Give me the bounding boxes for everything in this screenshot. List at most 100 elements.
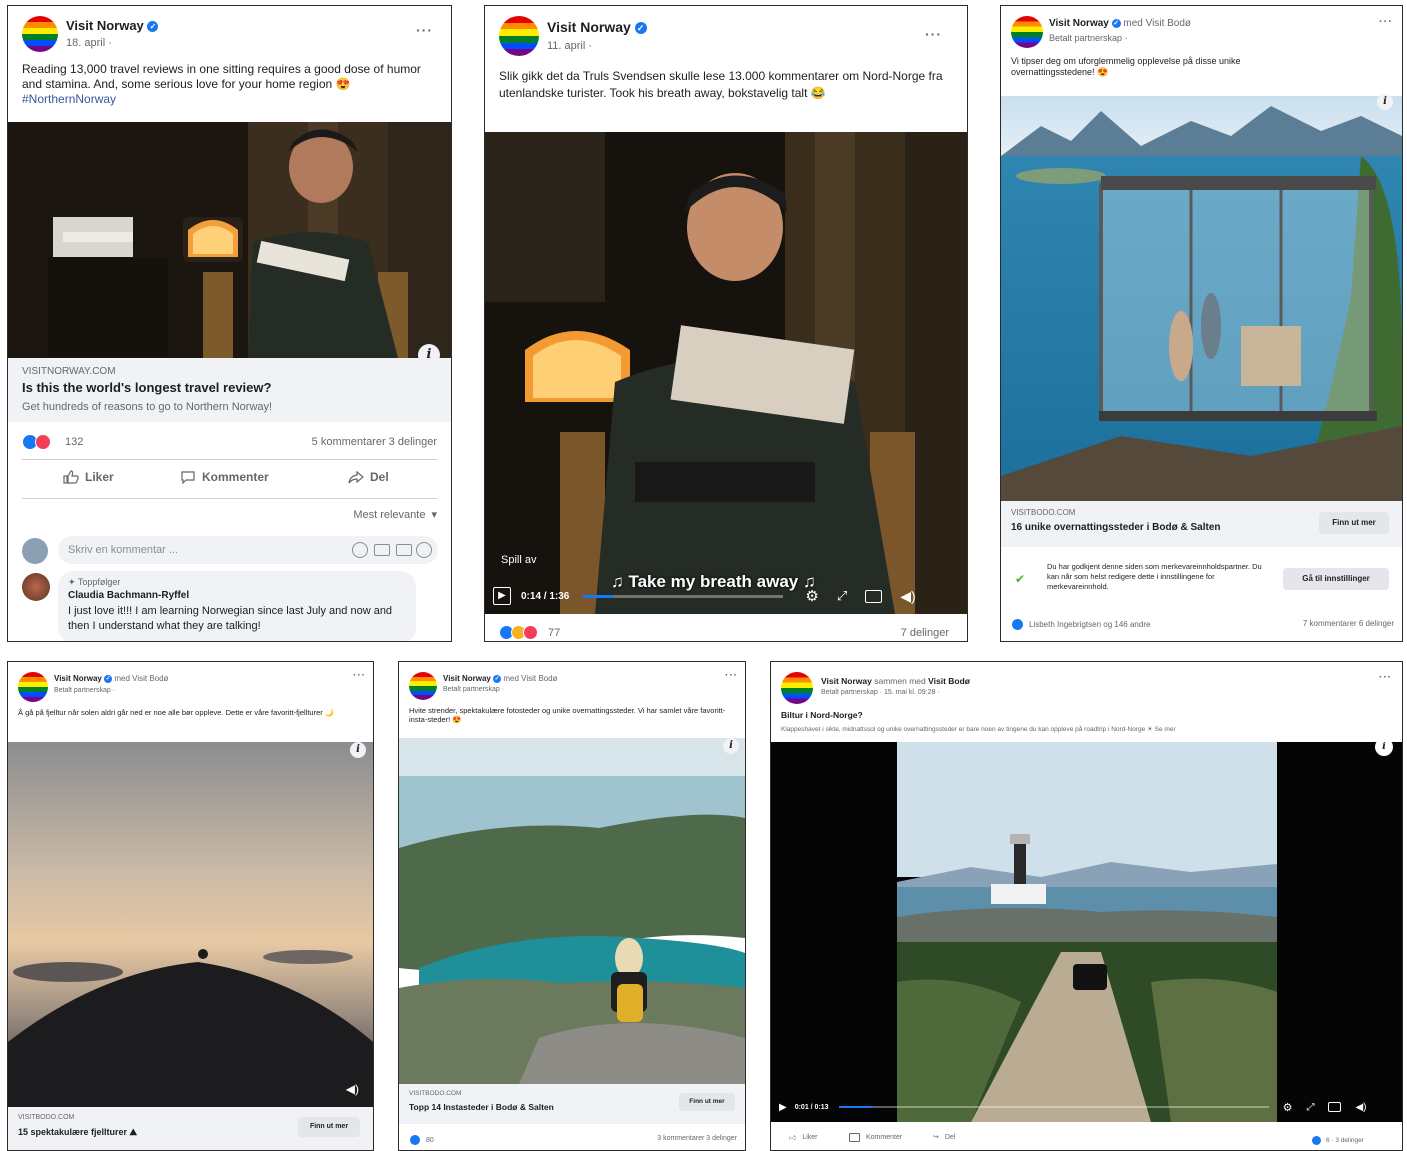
reactions-summary[interactable]: 132 <box>22 434 83 450</box>
post-text: Slik gikk det da Truls Svendsen skulle l… <box>499 69 943 101</box>
link-preview[interactable]: VISITBODO.COM 16 unike overnattingsstede… <box>1001 501 1402 547</box>
page-avatar[interactable] <box>1011 16 1043 48</box>
comment-input[interactable]: Skriv en kommentar ... <box>58 536 438 564</box>
link-preview[interactable]: VISITBODO.COM Topp 14 Instasteder i Bodø… <box>399 1084 745 1124</box>
camera-icon[interactable] <box>374 544 390 556</box>
comment-share-count[interactable]: 5 kommentarer 3 delinger <box>312 436 437 448</box>
post-text: Vi tipser deg om uforglemmelig opplevels… <box>1011 56 1241 78</box>
post-time[interactable]: 18. april · <box>66 37 112 49</box>
link-domain: VISITNORWAY.COM <box>22 366 116 377</box>
ellipsis-icon[interactable]: ··· <box>416 22 433 38</box>
video-player[interactable]: i ▶ 0:01 / 0:13 ⚙ ⤢ ◀) <box>771 742 1402 1122</box>
reaction-names: Lisbeth Ingebrigtsen og 146 andre <box>1029 620 1151 629</box>
comment-button[interactable]: Kommenter <box>180 470 269 484</box>
sunset-video[interactable]: ◀) <box>8 742 373 1107</box>
reactions-summary[interactable]: Lisbeth Ingebrigtsen og 146 andre <box>1011 618 1150 631</box>
commenter-avatar[interactable] <box>22 573 50 601</box>
page-avatar[interactable] <box>22 16 58 52</box>
ellipsis-icon[interactable]: ··· <box>353 670 366 681</box>
ellipsis-icon[interactable]: ··· <box>1379 672 1392 683</box>
emoji-icon[interactable] <box>352 542 368 558</box>
gif-icon[interactable] <box>396 544 412 556</box>
mountain-sunset-scene <box>8 742 373 1107</box>
video-controls: ▶ 0:14 / 1:36 ⚙ ⤢ ◀) <box>493 584 959 608</box>
page-name[interactable]: Visit Norway ✓ <box>547 19 647 35</box>
caret-down-icon: ▾ <box>431 509 437 521</box>
link-description: Get hundreds of reasons to go to Norther… <box>22 401 273 413</box>
page-avatar[interactable] <box>409 672 437 700</box>
page-name[interactable]: Visit Norway ✓ med Visit Bodø <box>443 674 557 683</box>
play-icon[interactable]: ▶ <box>779 1102 787 1113</box>
info-icon[interactable]: i <box>723 738 739 754</box>
reactions-summary[interactable]: 77 <box>499 625 560 640</box>
replay-label[interactable]: Spill av <box>501 554 536 566</box>
info-icon[interactable]: i <box>1377 94 1393 110</box>
page-avatar[interactable] <box>18 672 48 702</box>
progress-bar[interactable] <box>838 1106 1269 1108</box>
video-thumbnail[interactable] <box>8 122 451 358</box>
paid-partnership-label[interactable]: Betalt partnerskap · 15. mai kl. 09:28 · <box>821 689 940 696</box>
learn-more-button[interactable]: Finn ut mer <box>679 1093 735 1111</box>
share-button[interactable]: ↪ Del <box>933 1133 955 1142</box>
link-preview[interactable]: VISITBODO.COM 15 spektakulære fjellturer… <box>8 1107 373 1150</box>
video-time: 0:01 / 0:13 <box>794 1103 829 1111</box>
paid-partnership-label[interactable]: Betalt partnerskap · <box>1049 33 1128 43</box>
page-name[interactable]: Visit Norway sammen med Visit Bodø <box>821 676 970 686</box>
post-card-4: Visit Norway ✓ med Visit Bodø Betalt par… <box>7 661 374 1151</box>
reactions-summary[interactable]: 6 · 3 delinger <box>1311 1135 1364 1146</box>
play-icon[interactable]: ▶ <box>493 587 511 605</box>
picture-in-picture-icon[interactable] <box>865 589 883 603</box>
video-player[interactable]: Spill av ♫ Take my breath away ♫ ▶ 0:14 … <box>485 132 967 614</box>
reactions-summary[interactable]: 80 <box>409 1134 434 1146</box>
speech-bubble-icon <box>849 1133 860 1142</box>
verified-badge-icon: ✓ <box>104 674 113 683</box>
expand-icon[interactable]: ⤢ <box>1306 1102 1314 1113</box>
info-icon[interactable]: i <box>350 742 366 758</box>
comment-share-count[interactable]: 3 kommentarer 3 delinger <box>657 1135 737 1142</box>
learn-more-button[interactable]: Finn ut mer <box>1319 512 1389 534</box>
sort-comments-dropdown[interactable]: Mest relevante ▾ <box>353 508 437 522</box>
ellipsis-icon[interactable]: ··· <box>725 670 738 681</box>
picture-in-picture-icon[interactable] <box>1328 1102 1342 1112</box>
paid-partnership-label[interactable]: Betalt partnerskap · <box>443 686 504 693</box>
page-name[interactable]: Visit Norway ✓ <box>66 18 159 33</box>
like-button[interactable]: 👍︎ Liker <box>789 1133 818 1142</box>
comment-button[interactable]: Kommenter <box>849 1133 902 1142</box>
hashtag-link[interactable]: #NorthernNorway <box>22 92 116 106</box>
gear-icon[interactable]: ⚙ <box>805 587 818 605</box>
ellipsis-icon[interactable]: ··· <box>1379 16 1393 28</box>
reaction-count: 80 <box>426 1136 434 1144</box>
gear-icon[interactable]: ⚙ <box>1283 1101 1293 1114</box>
coastal-hike-image[interactable] <box>399 738 745 1084</box>
share-count[interactable]: 7 delinger <box>901 627 949 639</box>
thumbs-up-icon <box>63 470 79 484</box>
learn-more-button[interactable]: Finn ut mer <box>298 1117 360 1137</box>
go-to-settings-button[interactable]: Gå til innstillinger <box>1283 568 1389 590</box>
progress-fill <box>583 594 614 598</box>
expand-icon[interactable]: ⤢ <box>837 588 847 604</box>
page-avatar[interactable] <box>781 672 813 704</box>
post-card-1: Visit Norway ✓ 18. april · ··· Reading 1… <box>7 5 452 642</box>
lighthouse-road-scene <box>771 742 1402 1122</box>
speaker-icon[interactable]: ◀) <box>900 588 915 605</box>
link-preview[interactable]: VISITNORWAY.COM Is this the world's long… <box>8 358 451 422</box>
video-time: 0:14 / 1:36 <box>521 590 570 602</box>
share-button[interactable]: Del <box>348 470 389 484</box>
speaker-icon[interactable]: ◀) <box>1355 1102 1366 1113</box>
love-reaction-icon <box>523 625 538 640</box>
like-button[interactable]: Liker <box>63 470 114 484</box>
share-arrow-icon: ↪ <box>933 1134 939 1141</box>
comment-share-count[interactable]: 7 kommentarer 6 delinger <box>1303 619 1394 628</box>
glass-cabin-image[interactable] <box>1001 96 1402 501</box>
page-name[interactable]: Visit Norway ✓ med Visit Bodø <box>1049 18 1191 29</box>
progress-bar[interactable] <box>583 594 784 598</box>
sticker-icon[interactable] <box>416 542 432 558</box>
commenter-name[interactable]: Claudia Bachmann-Ryffel <box>68 590 189 601</box>
paid-partnership-label[interactable]: Betalt partnerskap · <box>54 687 115 694</box>
speaker-icon[interactable]: ◀) <box>346 1082 359 1096</box>
page-name[interactable]: Visit Norway ✓ med Visit Bodø <box>54 674 168 683</box>
link-domain: VISITBODO.COM <box>18 1114 75 1121</box>
ellipsis-icon[interactable]: ··· <box>925 26 942 42</box>
page-avatar[interactable] <box>499 16 539 56</box>
post-time[interactable]: 11. april · <box>547 40 592 52</box>
